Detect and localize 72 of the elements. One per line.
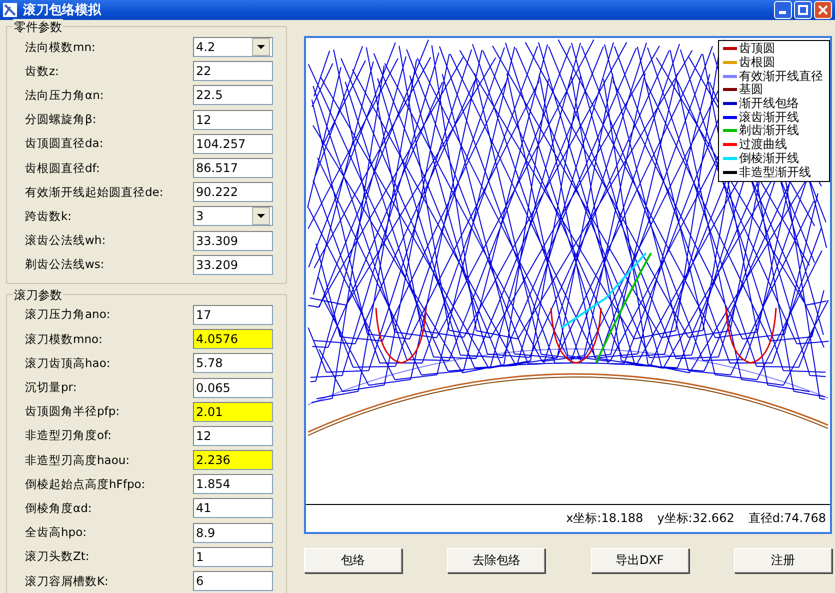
legend-label: 非造型渐开线 bbox=[739, 164, 811, 181]
close-button[interactable] bbox=[814, 1, 832, 19]
field-label: 倒棱角度αd: bbox=[24, 500, 93, 516]
field-label: 齿根圆直径df: bbox=[24, 160, 101, 176]
legend-label: 齿顶圆 bbox=[739, 40, 775, 56]
input-field[interactable]: 41 bbox=[193, 498, 273, 518]
window-title: 滚刀包络模拟 bbox=[23, 2, 102, 19]
dropdown[interactable]: 3 bbox=[193, 206, 273, 226]
input-field[interactable]: 33.209 bbox=[193, 254, 273, 275]
input-field[interactable]: 90.222 bbox=[193, 182, 273, 202]
field-label: 有效渐开线起始圆直径de: bbox=[24, 184, 164, 200]
field-label: 滚刀头数Zt: bbox=[24, 549, 90, 564]
input-field[interactable]: 12 bbox=[193, 110, 273, 130]
field-label: 滚齿公法线wh: bbox=[24, 233, 107, 248]
action-button[interactable]: 注册 bbox=[734, 548, 832, 573]
status-text: y坐标:32.662 bbox=[657, 510, 734, 527]
input-field[interactable]: 2.01 bbox=[193, 402, 273, 422]
input-field[interactable]: 22.5 bbox=[193, 85, 273, 106]
field-label: 倒棱起始点高度hFfpo: bbox=[24, 476, 146, 492]
field-label: 剃齿公法线ws: bbox=[24, 257, 106, 272]
field-label: 法向模数mn: bbox=[24, 40, 96, 55]
field-label: 非造型刃角度of: bbox=[24, 428, 113, 444]
input-field[interactable]: 33.309 bbox=[193, 230, 273, 251]
close-icon bbox=[818, 5, 828, 15]
caret-icon bbox=[257, 44, 265, 50]
input-field[interactable]: 1 bbox=[193, 546, 273, 567]
legend-label: 倒棱渐开线 bbox=[739, 150, 799, 166]
maximize-icon bbox=[798, 5, 808, 15]
action-button[interactable]: 导出DXF bbox=[590, 548, 689, 573]
legend-label: 剃齿渐开线 bbox=[739, 122, 799, 138]
field-label: 全齿高hpo: bbox=[24, 525, 88, 540]
input-field[interactable]: 17 bbox=[193, 304, 273, 325]
input-field[interactable]: 2.236 bbox=[193, 450, 273, 470]
legend-label: 渐开线包络 bbox=[739, 95, 799, 111]
status-text: x坐标:18.188 bbox=[566, 510, 644, 527]
minimize-button[interactable] bbox=[774, 1, 792, 19]
field-label: 沉切量pr: bbox=[24, 380, 78, 396]
maximize-button[interactable] bbox=[794, 1, 812, 19]
legend-label: 滚齿渐开线 bbox=[739, 108, 799, 124]
field-label: 滚刀模数mno: bbox=[24, 332, 104, 347]
input-field[interactable]: 5.78 bbox=[193, 353, 273, 374]
group-title: 零件参数 bbox=[13, 19, 63, 36]
input-field[interactable]: 104.257 bbox=[193, 134, 273, 154]
app-icon bbox=[3, 3, 17, 17]
input-field[interactable]: 0.065 bbox=[193, 378, 273, 398]
input-field[interactable]: 1.854 bbox=[193, 474, 273, 494]
field-label: 非造型刃高度haou: bbox=[24, 452, 131, 468]
field-label: 齿顶圆角半径pfp: bbox=[24, 404, 121, 420]
input-field[interactable]: 86.517 bbox=[193, 158, 273, 178]
field-label: 滚刀压力角ano: bbox=[24, 307, 112, 322]
caret-icon bbox=[257, 214, 265, 219]
field-label: 齿顶圆直径da: bbox=[24, 136, 104, 152]
legend-label: 基圆 bbox=[739, 82, 763, 97]
input-field[interactable]: 8.9 bbox=[193, 522, 273, 543]
field-label: 跨齿数k: bbox=[24, 208, 73, 224]
field-label: 法向压力角αn: bbox=[24, 88, 105, 103]
field-label: 滚刀容屑槽数K: bbox=[24, 574, 110, 589]
status-text: 直径d:74.768 bbox=[748, 510, 826, 527]
input-field[interactable]: 22 bbox=[193, 61, 273, 82]
dropdown[interactable]: 4.2 bbox=[193, 37, 273, 58]
action-button[interactable]: 去除包络 bbox=[447, 548, 546, 573]
field-label: 分圆螺旋角β: bbox=[24, 112, 98, 128]
group-title: 滚刀参数 bbox=[13, 286, 63, 304]
field-label: 滚刀齿顶高hao: bbox=[24, 356, 112, 371]
input-field[interactable]: 4.0576 bbox=[193, 329, 273, 350]
field-label: 齿数z: bbox=[24, 64, 60, 79]
action-button[interactable]: 包络 bbox=[304, 548, 402, 573]
legend-label: 齿根圆 bbox=[739, 54, 775, 70]
legend-label: 过渡曲线 bbox=[739, 136, 787, 152]
legend-label: 有效渐开线直径 bbox=[739, 68, 823, 83]
input-field[interactable]: 12 bbox=[193, 426, 273, 446]
input-field[interactable]: 6 bbox=[193, 571, 273, 592]
